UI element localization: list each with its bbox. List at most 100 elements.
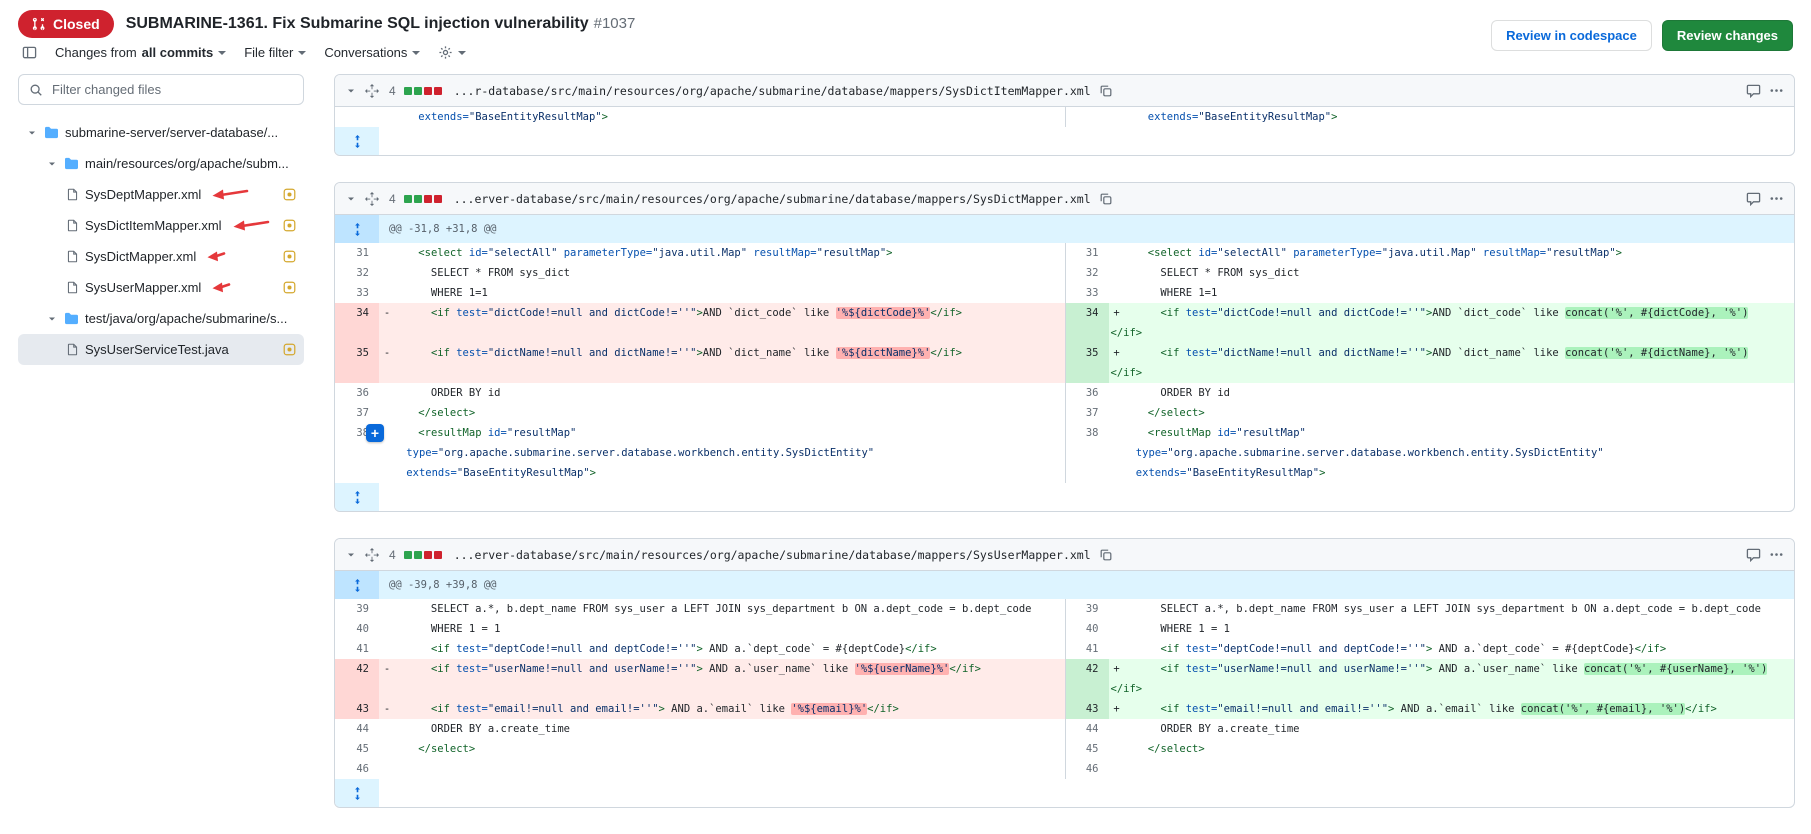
line-number[interactable]: 37 [1065, 403, 1109, 423]
annotation-arrow-icon [211, 281, 231, 294]
hunk-header: @@ -39,8 +39,8 @@ [335, 571, 1794, 599]
diff-body: @@ -39,8 +39,8 @@39 SELECT a.*, b.dept_n… [335, 571, 1794, 807]
line-number[interactable]: 33 [335, 283, 379, 303]
diff-marker [1111, 403, 1123, 423]
code-line: <select id="selectAll" parameterType="ja… [1109, 243, 1795, 263]
code-line: ORDER BY id [1109, 383, 1795, 403]
tree-folder-test-java-org-apache-submarine-s[interactable]: test/java/org/apache/submarine/s... [18, 303, 304, 334]
kebab-menu-icon[interactable] [1769, 191, 1784, 206]
diff-stat-block-del [424, 195, 432, 203]
diff-marker [381, 263, 393, 283]
line-number[interactable]: 31 [1065, 243, 1109, 263]
line-number[interactable]: 39 [1065, 599, 1109, 619]
folder-icon [44, 126, 59, 139]
filter-changed-files-input[interactable] [50, 81, 293, 98]
code-line: </select> [1109, 739, 1795, 759]
expand-diff-button[interactable] [335, 779, 379, 807]
hunk-range: @@ -39,8 +39,8 @@ [379, 571, 506, 599]
line-number[interactable]: 35 [335, 343, 379, 383]
chevron-down-icon[interactable] [46, 313, 58, 325]
line-number[interactable]: 40 [1065, 619, 1109, 639]
line-number[interactable]: 34 [1065, 303, 1109, 343]
diff-settings-dropdown[interactable] [438, 45, 466, 60]
add-line-comment-button[interactable]: + [366, 424, 384, 442]
diff-line-row: 34- <if test="dictCode!=null and dictCod… [335, 303, 1794, 343]
diff-line-row: 32 SELECT * FROM sys_dict32 SELECT * FRO… [335, 263, 1794, 283]
line-number[interactable]: 41 [335, 639, 379, 659]
copy-path-icon[interactable] [1099, 84, 1113, 98]
tree-file-sysdictitemmapper-xml[interactable]: SysDictItemMapper.xml [18, 210, 304, 241]
diff-stat-block-add [404, 551, 412, 559]
collapse-chevron-icon[interactable] [345, 549, 357, 561]
collapse-chevron-icon[interactable] [345, 85, 357, 97]
line-number[interactable]: 36 [335, 383, 379, 403]
code-line: <select id="selectAll" parameterType="ja… [379, 243, 1065, 263]
chevron-down-icon[interactable] [46, 158, 58, 170]
line-number[interactable]: 43 [335, 699, 379, 719]
changes-from-dropdown[interactable]: Changes from all commits [55, 45, 226, 60]
line-number[interactable]: 36 [1065, 383, 1109, 403]
diff-marker [1111, 719, 1123, 739]
line-number[interactable]: 43 [1065, 699, 1109, 719]
conversations-label: Conversations [324, 45, 407, 60]
drag-handle-icon[interactable] [365, 192, 379, 206]
collapse-chevron-icon[interactable] [345, 193, 357, 205]
comment-icon[interactable] [1746, 83, 1761, 98]
line-number[interactable] [335, 107, 379, 127]
line-number[interactable] [1065, 107, 1109, 127]
file-filter-dropdown[interactable]: File filter [244, 45, 306, 60]
tree-folder-submarine-server-server-database[interactable]: submarine-server/server-database/... [18, 117, 304, 148]
kebab-menu-icon[interactable] [1769, 547, 1784, 562]
line-number[interactable]: 39 [335, 599, 379, 619]
chevron-down-icon[interactable] [26, 127, 38, 139]
tree-file-sysusermapper-xml[interactable]: SysUserMapper.xml [18, 272, 304, 303]
diff-line-row: 39 SELECT a.*, b.dept_name FROM sys_user… [335, 599, 1794, 619]
diff-marker: - [381, 659, 393, 679]
line-number[interactable]: 32 [1065, 263, 1109, 283]
line-number[interactable]: 41 [1065, 639, 1109, 659]
changes-from-value: all commits [142, 45, 214, 60]
code-line: </select> [379, 739, 1065, 759]
expand-diff-button[interactable] [335, 127, 379, 155]
copy-path-icon[interactable] [1099, 548, 1113, 562]
tree-file-sysdeptmapper-xml[interactable]: SysDeptMapper.xml [18, 179, 304, 210]
line-number[interactable]: 40 [335, 619, 379, 639]
line-number[interactable]: 42 [335, 659, 379, 699]
line-number[interactable]: 46 [335, 759, 379, 779]
line-number[interactable]: 31 [335, 243, 379, 263]
line-number[interactable]: 35 [1065, 343, 1109, 383]
tree-item-label: SysUserMapper.xml [85, 280, 201, 295]
tree-file-sysuserservicetest-java[interactable]: SysUserServiceTest.java [18, 334, 304, 365]
expand-hunk-button[interactable] [335, 215, 379, 243]
line-number[interactable]: 45 [335, 739, 379, 759]
copy-path-icon[interactable] [1099, 192, 1113, 206]
line-number[interactable]: 46 [1065, 759, 1109, 779]
diff-line-row: 42- <if test="userName!=null and userNam… [335, 659, 1794, 699]
line-number[interactable]: 32 [335, 263, 379, 283]
drag-handle-icon[interactable] [365, 548, 379, 562]
line-number[interactable]: 42 [1065, 659, 1109, 699]
diff-file-path: ...erver-database/src/main/resources/org… [454, 548, 1091, 562]
diff-file-header: 4...r-database/src/main/resources/org/ap… [335, 75, 1794, 107]
comment-icon[interactable] [1746, 547, 1761, 562]
sidebar-layout-icon[interactable] [22, 45, 37, 60]
drag-handle-icon[interactable] [365, 84, 379, 98]
line-number[interactable]: 44 [335, 719, 379, 739]
expand-hunk-button[interactable] [335, 571, 379, 599]
review-changes-button[interactable]: Review changes [1662, 20, 1793, 51]
line-number[interactable]: 33 [1065, 283, 1109, 303]
comment-icon[interactable] [1746, 191, 1761, 206]
review-in-codespace-button[interactable]: Review in codespace [1491, 20, 1652, 51]
line-number[interactable]: 37 [335, 403, 379, 423]
line-number[interactable]: 44 [1065, 719, 1109, 739]
conversations-dropdown[interactable]: Conversations [324, 45, 420, 60]
line-number[interactable]: 45 [1065, 739, 1109, 759]
tree-folder-main-resources-org-apache-subm[interactable]: main/resources/org/apache/subm... [18, 148, 304, 179]
diff-line-row: 46 46 [335, 759, 1794, 779]
code-line: ORDER BY a.create_time [1109, 719, 1795, 739]
line-number[interactable]: 34 [335, 303, 379, 343]
kebab-menu-icon[interactable] [1769, 83, 1784, 98]
line-number[interactable]: 38 [1065, 423, 1109, 483]
expand-diff-button[interactable] [335, 483, 379, 511]
tree-file-sysdictmapper-xml[interactable]: SysDictMapper.xml [18, 241, 304, 272]
